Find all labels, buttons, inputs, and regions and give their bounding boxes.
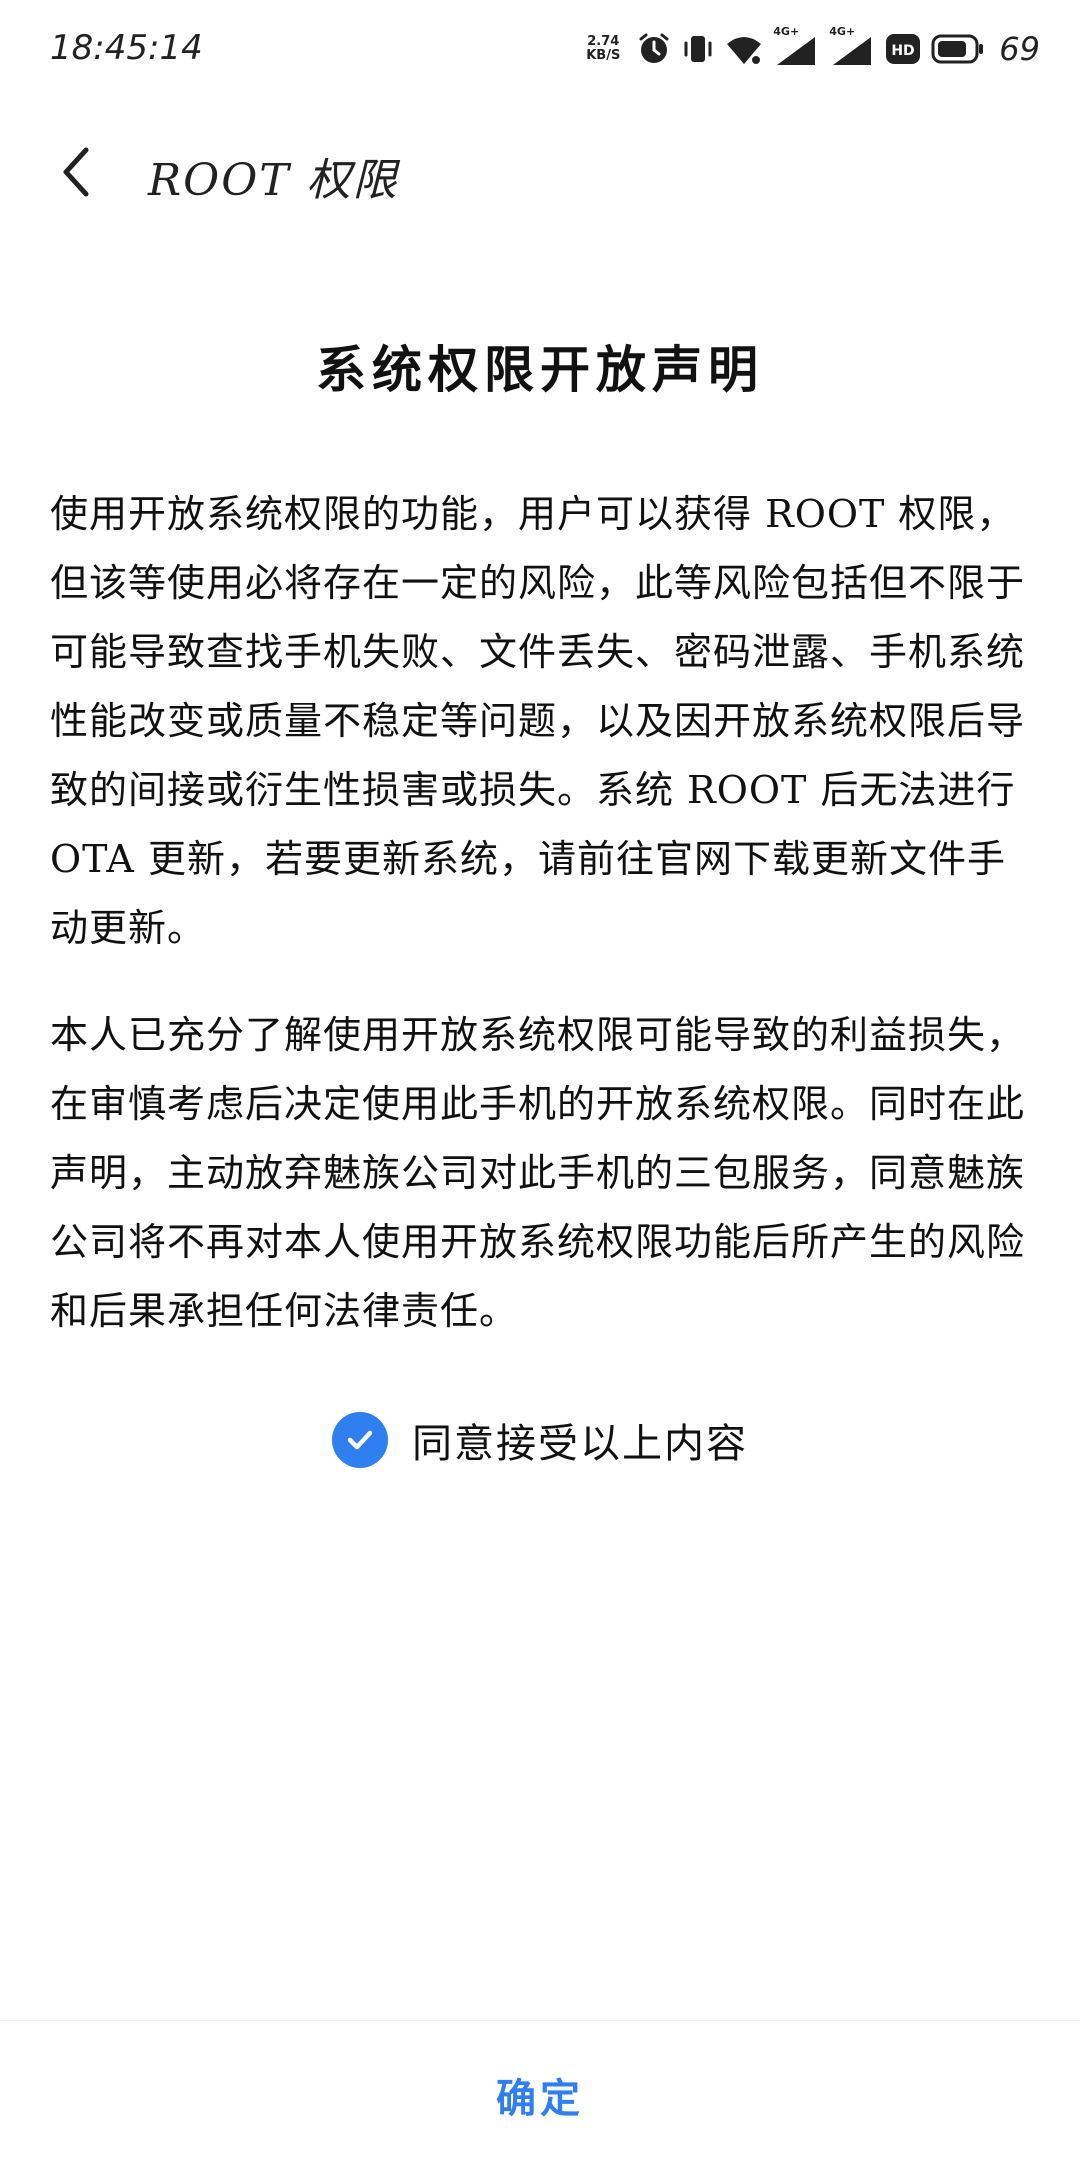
declaration-title: 系统权限开放声明 <box>316 340 764 399</box>
footer-divider <box>0 2020 1080 2021</box>
wifi-icon <box>725 32 763 66</box>
status-bar: 18:45:14 2.74 KB/S 4G+ 4G+ HD 69 <box>0 0 1080 96</box>
battery-level: 69 <box>999 30 1040 68</box>
network-speed: 2.74 KB/S <box>579 35 627 63</box>
confirm-button[interactable]: 确定 <box>340 2060 740 2130</box>
page-title: ROOT 权限 <box>148 155 399 206</box>
check-icon <box>347 1430 373 1450</box>
declaration-paragraph: 本人已充分了解使用开放系统权限可能导致的利益损失，在审慎考虑后决定使用此手机的开… <box>50 1013 1026 1333</box>
hd-icon-label: HD <box>892 43 915 59</box>
signal-icon: 4G+ <box>829 25 875 67</box>
chevron-left-icon <box>63 147 89 197</box>
declaration-paragraph: 使用开放系统权限的功能，用户可以获得 ROOT 权限，但该等使用必将存在一定的风… <box>50 492 1026 950</box>
vibrate-icon <box>681 32 715 66</box>
agree-checkbox[interactable] <box>332 1412 388 1468</box>
back-button[interactable] <box>44 140 108 204</box>
status-icons: 2.74 KB/S 4G+ 4G+ HD 69 <box>579 25 1040 70</box>
battery-icon <box>931 33 985 65</box>
signal-icon: 4G+ <box>773 25 819 67</box>
network-speed-unit: KB/S <box>586 48 621 63</box>
status-time: 18:45:14 <box>50 28 203 68</box>
agree-checkbox-row[interactable]: 同意接受以上内容 <box>0 1405 1080 1475</box>
title-bar: ROOT 权限 <box>0 120 1080 220</box>
hd-icon: HD <box>885 32 921 66</box>
alarm-icon <box>637 32 671 66</box>
network-speed-value: 2.74 <box>587 34 620 49</box>
agree-label: 同意接受以上内容 <box>412 1421 748 1467</box>
declaration-body: 使用开放系统权限的功能，用户可以获得 ROOT 权限，但该等使用必将存在一定的风… <box>50 480 1035 1346</box>
